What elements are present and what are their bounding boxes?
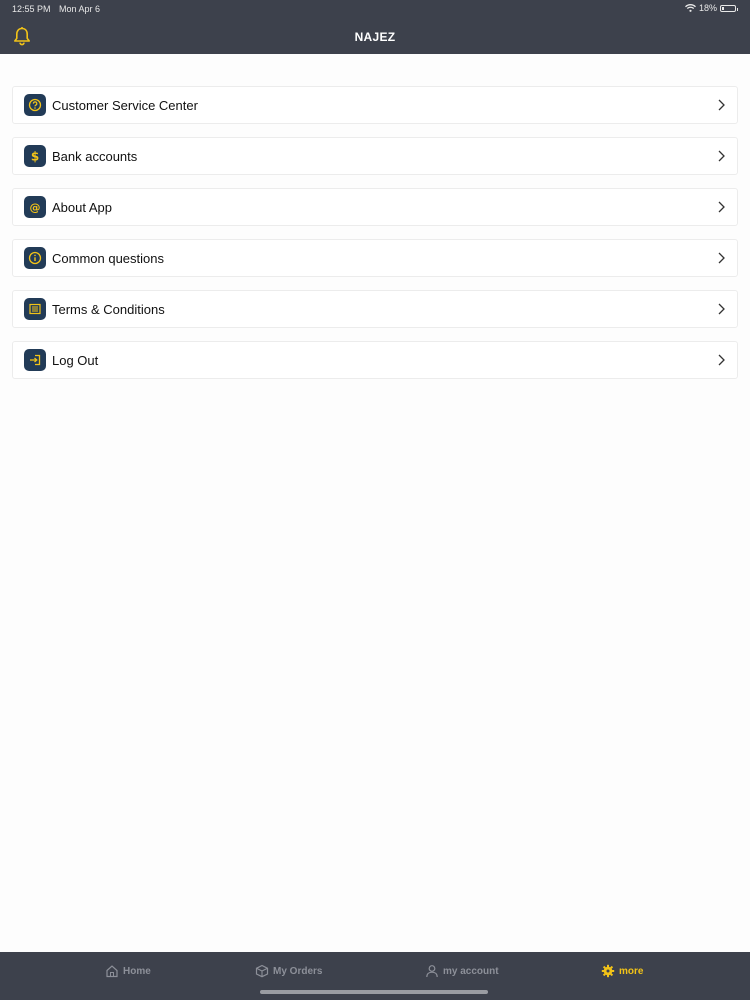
page-title: NAJEZ [354, 30, 396, 44]
status-bar: 12:55 PM Mon Apr 6 18% [0, 0, 750, 18]
status-right: 18% [685, 3, 738, 13]
menu-item-label: Bank accounts [52, 148, 138, 164]
top-bar: 12:55 PM Mon Apr 6 18% NAJEZ [0, 0, 750, 54]
logout-icon [24, 349, 46, 371]
status-date: Mon Apr 6 [59, 4, 101, 14]
svg-text:@: @ [30, 201, 41, 214]
menu-item-about-app[interactable]: @ About App [12, 188, 738, 226]
tab-label: Home [123, 965, 151, 977]
chevron-right-icon [718, 201, 725, 213]
menu-item-label: Terms & Conditions [52, 301, 165, 317]
question-icon [24, 94, 46, 116]
menu-item-label: Log Out [52, 352, 99, 368]
tab-label: more [619, 965, 644, 977]
status-time: 12:55 PM [12, 4, 51, 14]
info-icon [24, 247, 46, 269]
menu-item-bank-accounts[interactable]: $ Bank accounts [12, 137, 738, 175]
chevron-right-icon [718, 354, 725, 366]
menu-item-label: About App [52, 199, 112, 215]
tab-bar: Home My Orders my account more [0, 952, 750, 1000]
battery-percent: 18% [698, 3, 717, 13]
at-icon: @ [24, 196, 46, 218]
wifi-icon [685, 4, 696, 12]
menu-item-customer-service[interactable]: Customer Service Center [12, 86, 738, 124]
tab-label: My Orders [273, 965, 323, 977]
tab-home[interactable]: Home [105, 964, 151, 978]
svg-text:$: $ [31, 150, 39, 164]
user-icon [426, 965, 438, 978]
menu-item-label: Common questions [52, 250, 164, 266]
box-icon [255, 964, 269, 978]
chevron-right-icon [718, 252, 725, 264]
gear-icon [601, 964, 615, 978]
chevron-right-icon [718, 150, 725, 162]
menu-item-common-questions[interactable]: Common questions [12, 239, 738, 277]
tab-label: my account [443, 965, 499, 977]
home-indicator[interactable] [260, 990, 488, 994]
tab-my-account[interactable]: my account [425, 964, 499, 978]
tab-more[interactable]: more [601, 964, 643, 978]
menu-item-terms[interactable]: Terms & Conditions [12, 290, 738, 328]
chevron-right-icon [718, 303, 725, 315]
tab-my-orders[interactable]: My Orders [255, 964, 322, 978]
document-icon [24, 298, 46, 320]
menu-item-logout[interactable]: Log Out [12, 341, 738, 379]
chevron-right-icon [718, 99, 725, 111]
menu-item-label: Customer Service Center [52, 97, 198, 113]
dollar-icon: $ [24, 145, 46, 167]
battery-icon [720, 4, 738, 12]
home-icon [106, 965, 118, 978]
menu-list: Customer Service Center $ Bank accounts … [12, 86, 738, 392]
